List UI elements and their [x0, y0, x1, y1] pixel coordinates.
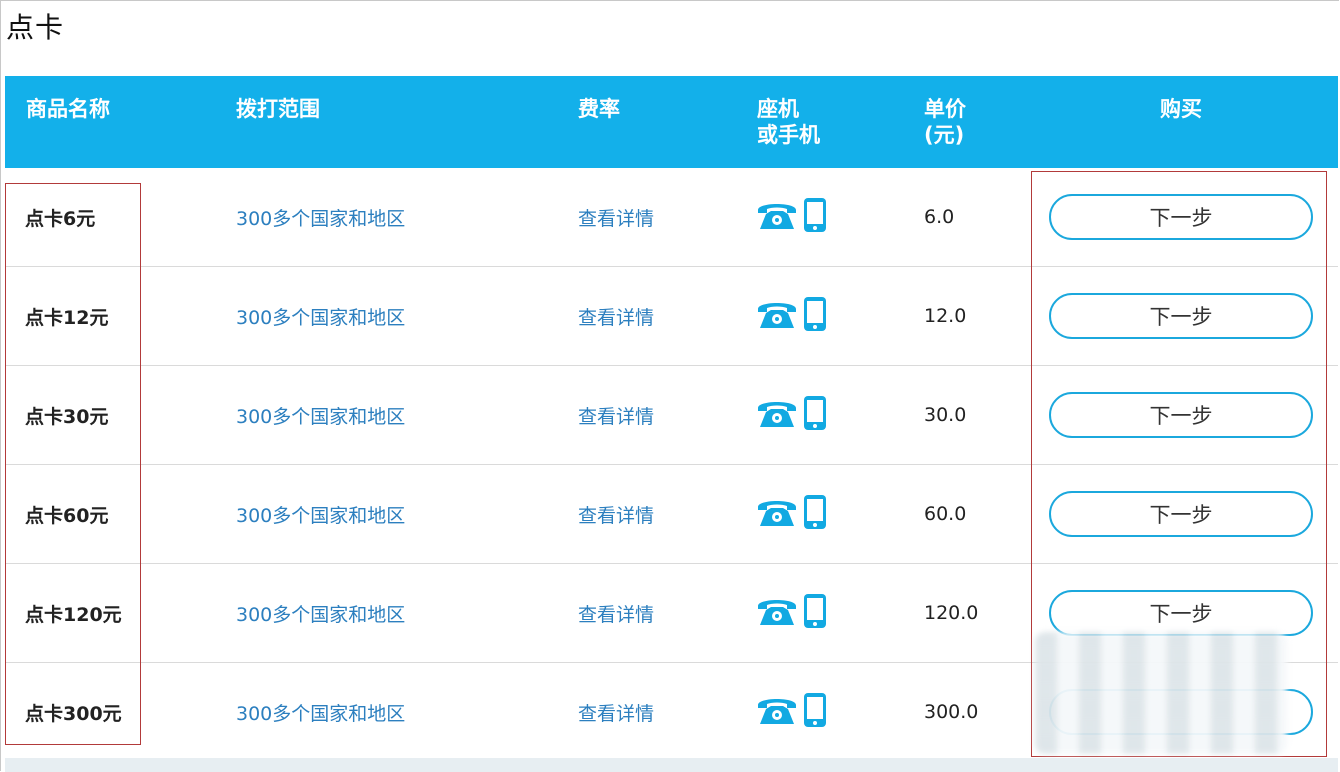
- header-price-line1: 单价: [924, 97, 966, 121]
- buy-cell: 下一步: [1049, 267, 1313, 365]
- unit-price: 60.0: [924, 503, 967, 525]
- unit-price: 12.0: [924, 305, 967, 327]
- table-row: 点卡6元 300多个国家和地区 查看详情 6.0 下一步: [5, 168, 1338, 267]
- bottom-bar: [5, 758, 1338, 772]
- unit-price: 300.0: [924, 701, 979, 723]
- call-range-link[interactable]: 300多个国家和地区: [236, 366, 405, 464]
- table-row: 点卡60元 300多个国家和地区 查看详情 60.0 下一步: [5, 465, 1338, 564]
- table-header: 商品名称 拨打范围 费率 座机 或手机 单价 (元) 购买: [5, 76, 1338, 168]
- unit-price: 30.0: [924, 404, 967, 426]
- buy-cell: 下一步: [1049, 465, 1313, 563]
- header-call-range: 拨打范围: [236, 97, 320, 121]
- rate-details-link[interactable]: 查看详情: [578, 564, 654, 662]
- page-title: 点卡: [6, 11, 65, 44]
- header-device-line1: 座机: [757, 97, 799, 121]
- header-device: 座机 或手机: [757, 96, 820, 148]
- header-device-line2: 或手机: [757, 123, 820, 147]
- device-icons: [755, 564, 827, 662]
- rate-details-link[interactable]: 查看详情: [578, 366, 654, 464]
- telephone-icon: [755, 198, 799, 237]
- unit-price: 120.0: [924, 602, 979, 624]
- rate-details-link[interactable]: 查看详情: [578, 465, 654, 563]
- next-step-button[interactable]: 下一步: [1049, 194, 1313, 240]
- unit-price: 6.0: [924, 206, 955, 228]
- mobile-phone-icon: [803, 197, 827, 238]
- mobile-phone-icon: [803, 593, 827, 634]
- device-icons: [755, 366, 827, 464]
- mobile-phone-icon: [803, 296, 827, 337]
- header-product-name: 商品名称: [26, 97, 110, 121]
- telephone-icon: [755, 693, 799, 732]
- rate-details-link[interactable]: 查看详情: [578, 663, 654, 761]
- rate-details-link[interactable]: 查看详情: [578, 267, 654, 365]
- call-range-link[interactable]: 300多个国家和地区: [236, 267, 405, 365]
- device-icons: [755, 465, 827, 563]
- device-icons: [755, 663, 827, 761]
- product-name: 点卡120元: [25, 603, 122, 626]
- buy-cell: 下一步: [1049, 366, 1313, 464]
- header-buy: 购买: [1160, 97, 1202, 121]
- table-row: 点卡12元 300多个国家和地区 查看详情 12.0 下一步: [5, 267, 1338, 366]
- call-range-link[interactable]: 300多个国家和地区: [236, 168, 405, 266]
- next-step-button[interactable]: 下一步: [1049, 293, 1313, 339]
- header-unit-price: 单价 (元): [924, 96, 966, 148]
- table-row: 点卡30元 300多个国家和地区 查看详情 30.0 下一步: [5, 366, 1338, 465]
- header-rate: 费率: [578, 97, 620, 121]
- call-range-link[interactable]: 300多个国家和地区: [236, 465, 405, 563]
- mobile-phone-icon: [803, 692, 827, 733]
- product-name: 点卡6元: [25, 207, 96, 230]
- buy-cell: 下一步: [1049, 168, 1313, 266]
- telephone-icon: [755, 594, 799, 633]
- product-name: 点卡12元: [25, 306, 109, 329]
- telephone-icon: [755, 396, 799, 435]
- next-step-button[interactable]: 下一步: [1049, 491, 1313, 537]
- rate-details-link[interactable]: 查看详情: [578, 168, 654, 266]
- call-range-link[interactable]: 300多个国家和地区: [236, 663, 405, 761]
- product-name: 点卡60元: [25, 504, 109, 527]
- call-range-link[interactable]: 300多个国家和地区: [236, 564, 405, 662]
- telephone-icon: [755, 297, 799, 336]
- header-price-line2: (元): [924, 123, 965, 147]
- mosaic-overlay: [1035, 632, 1287, 754]
- telephone-icon: [755, 495, 799, 534]
- mobile-phone-icon: [803, 395, 827, 436]
- product-name: 点卡30元: [25, 405, 109, 428]
- mobile-phone-icon: [803, 494, 827, 535]
- device-icons: [755, 267, 827, 365]
- device-icons: [755, 168, 827, 266]
- product-name: 点卡300元: [25, 702, 122, 725]
- next-step-button[interactable]: 下一步: [1049, 392, 1313, 438]
- next-step-button[interactable]: 下一步: [1049, 590, 1313, 636]
